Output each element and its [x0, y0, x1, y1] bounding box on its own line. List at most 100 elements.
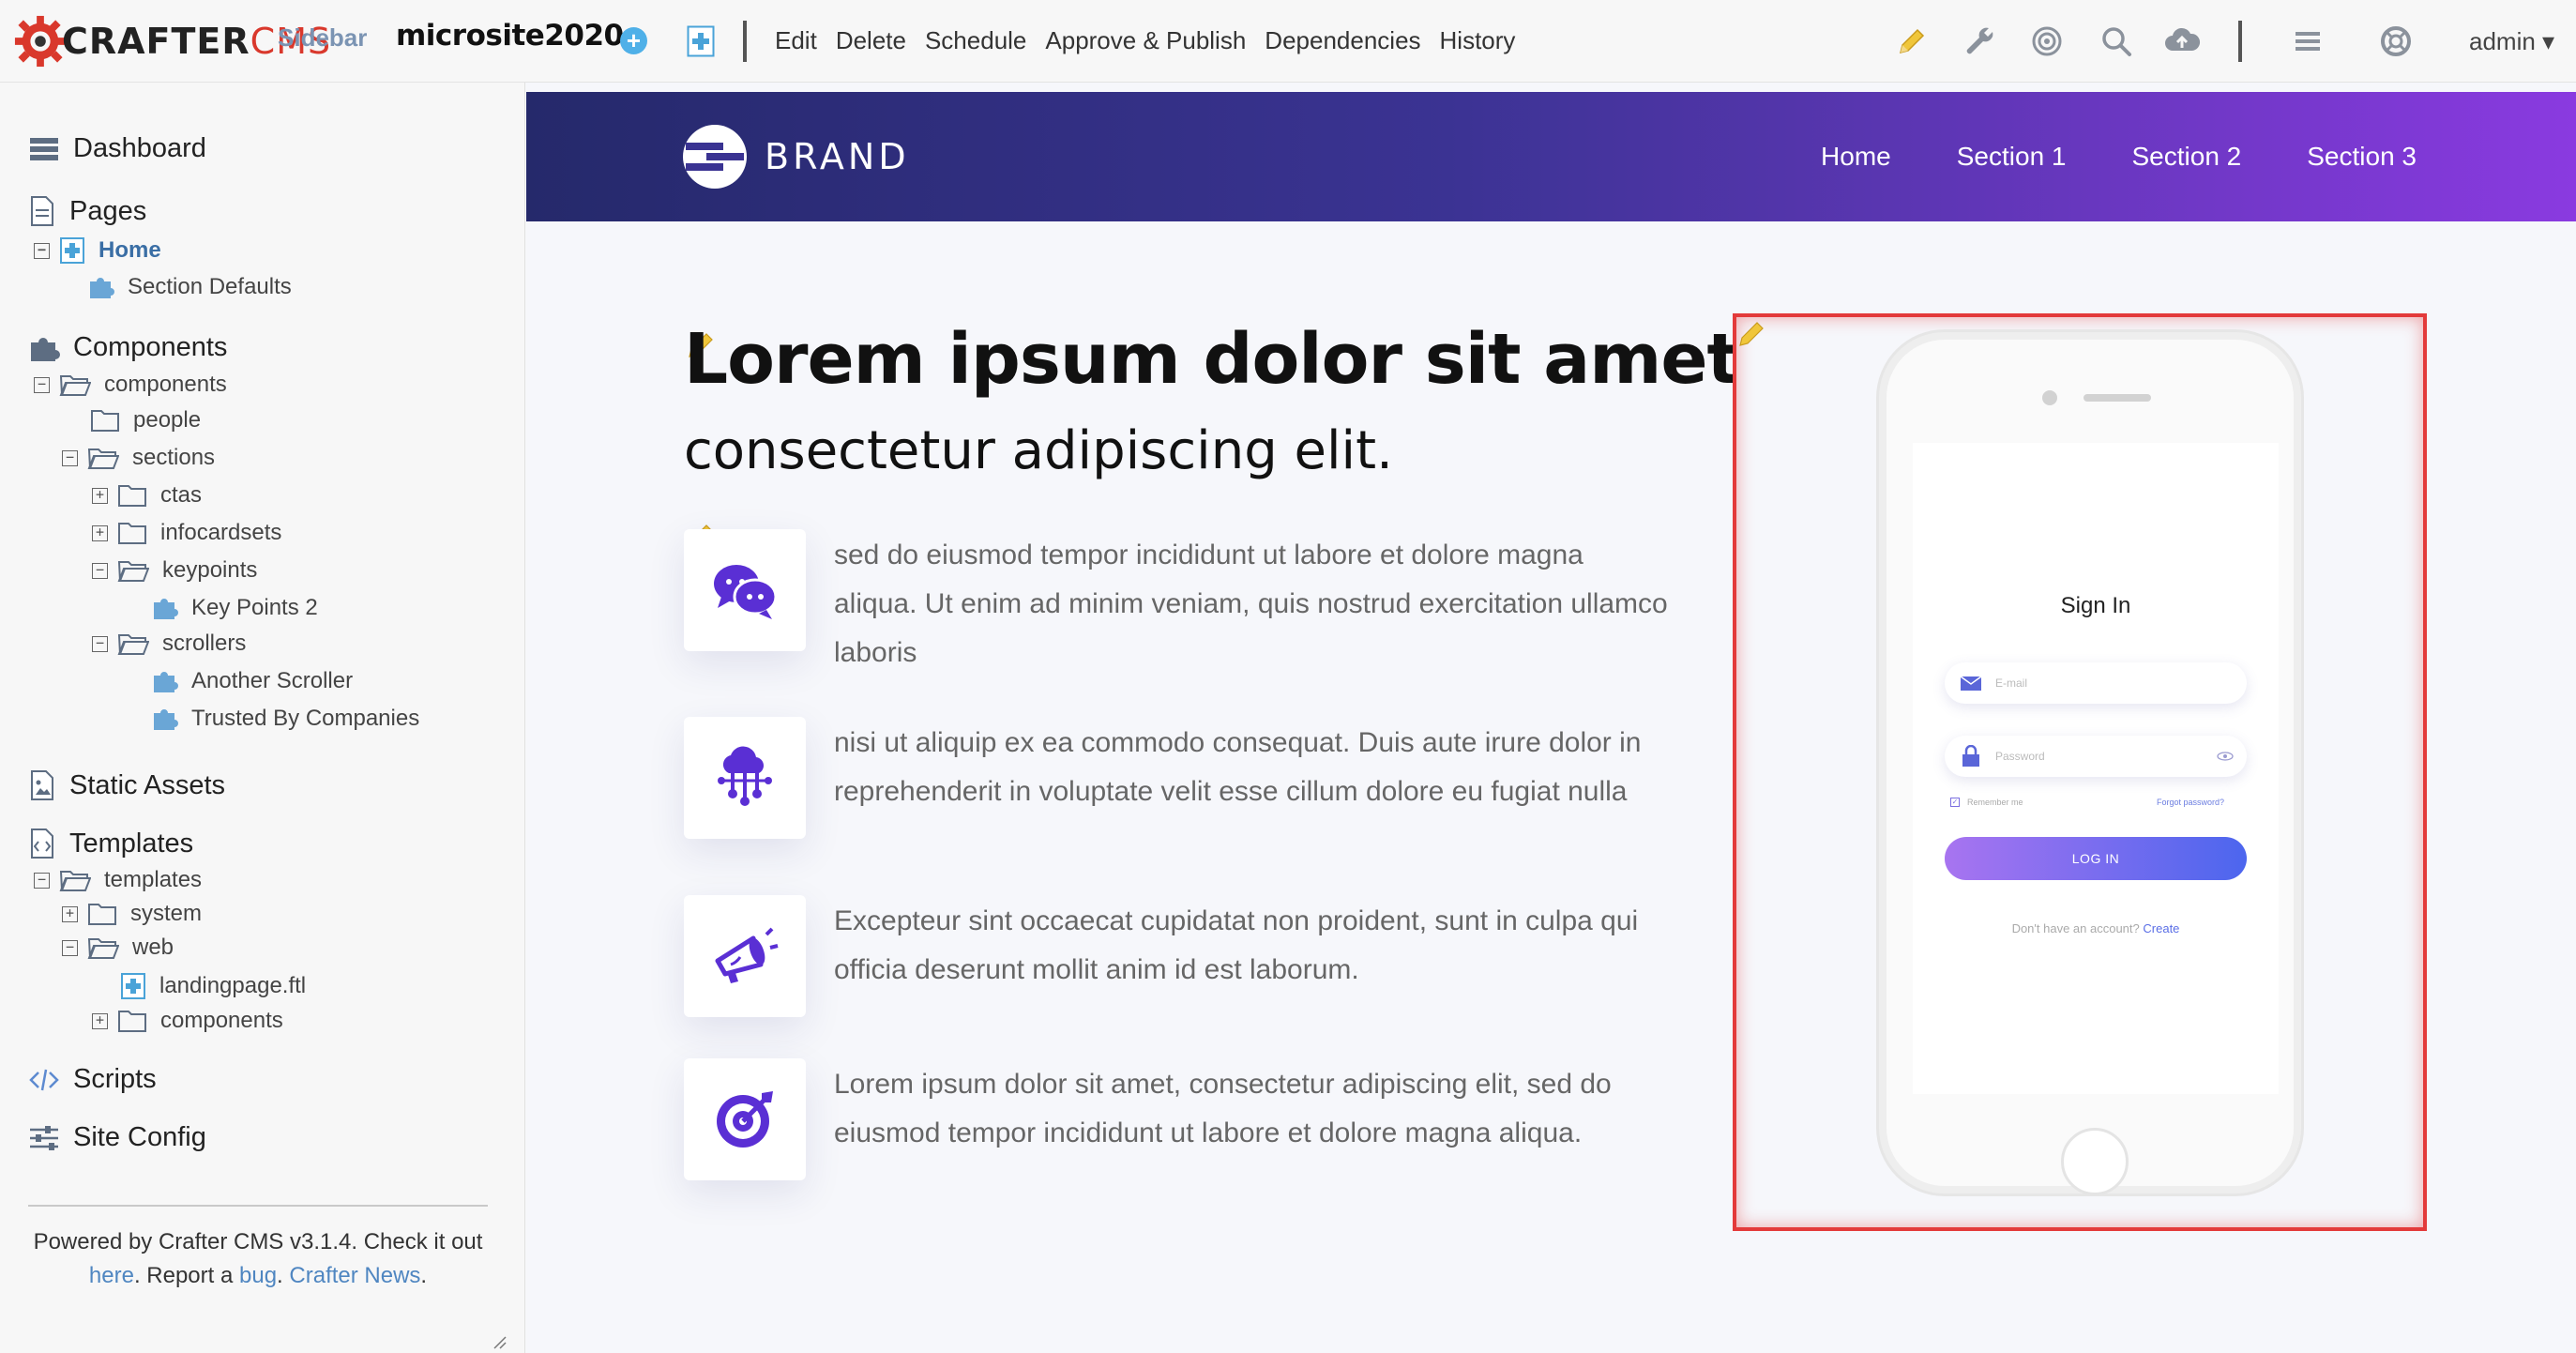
history-button[interactable]: History	[1440, 26, 1516, 55]
sidebar-item-site-config[interactable]: Site Config	[28, 1122, 206, 1153]
target-icon[interactable]	[2028, 23, 2066, 60]
feature-icon-box	[684, 1058, 806, 1180]
password-placeholder: Password	[1995, 750, 2045, 763]
image-file-icon	[31, 770, 53, 800]
tree-item-keypoints[interactable]: − keypoints	[92, 557, 257, 584]
hero-subtitle: consectetur adipiscing elit.	[684, 420, 1393, 481]
sidebar-item-components[interactable]: Components	[28, 332, 227, 363]
expand-toggle-icon[interactable]: +	[92, 524, 108, 541]
tree-item-infocardsets[interactable]: + infocardsets	[92, 520, 281, 546]
new-content-icon[interactable]	[687, 25, 715, 57]
tree-item-key-points-2[interactable]: Key Points 2	[150, 595, 318, 621]
tree-item-landingpage-ftl[interactable]: landingpage.ftl	[120, 972, 306, 1000]
tree-item-web-components[interactable]: + components	[92, 1008, 283, 1034]
folder-icon	[88, 904, 116, 925]
eye-icon	[2217, 752, 2234, 761]
resize-grip-icon[interactable]	[492, 1334, 507, 1349]
edit-pencil-icon[interactable]	[1736, 317, 1768, 349]
no-account-text: Don't have an account? Create	[1913, 921, 2279, 935]
tree-label: ctas	[160, 482, 203, 508]
forgot-password: Forgot password?	[2156, 798, 2224, 807]
nav-section-2[interactable]: Section 2	[2132, 142, 2242, 172]
delete-button[interactable]: Delete	[836, 26, 906, 55]
sidebar-divider	[28, 1205, 488, 1207]
collapse-toggle-icon[interactable]: −	[34, 242, 50, 259]
lifebuoy-icon[interactable]	[2377, 23, 2415, 60]
sidebar-item-dashboard[interactable]: Dashboard	[28, 133, 206, 164]
expand-toggle-icon[interactable]: +	[62, 905, 78, 922]
tree-item-system[interactable]: + system	[62, 901, 202, 927]
sidebar-toggle-button[interactable]: Sidebar	[278, 23, 367, 53]
tree-item-people[interactable]: people	[90, 407, 201, 433]
top-toolbar: CRAFTERCMS Sidebar microsite2020 + Edit …	[0, 0, 2576, 83]
sidebar-item-scripts[interactable]: Scripts	[28, 1064, 157, 1095]
nav-section-1[interactable]: Section 1	[1957, 142, 2067, 172]
expand-toggle-icon[interactable]: +	[92, 487, 108, 504]
tree-item-home[interactable]: − Home	[34, 236, 161, 265]
collapse-toggle-icon[interactable]: −	[62, 449, 78, 466]
cloud-upload-icon[interactable]	[2163, 23, 2201, 60]
tree-item-section-defaults[interactable]: Section Defaults	[86, 274, 292, 300]
feature-icon-box	[684, 529, 806, 651]
phone-speaker	[2084, 394, 2151, 402]
site-navbar: BRAND Home Section 1 Section 2 Section 3	[526, 92, 2576, 221]
tree-item-trusted-by-companies[interactable]: Trusted By Companies	[150, 706, 419, 732]
folder-icon	[118, 485, 146, 507]
tree-label: people	[133, 407, 202, 433]
selected-image-component[interactable]: Sign In E-mail Password ✓ Remember me Fo…	[1733, 313, 2427, 1231]
tree-label: Home	[98, 237, 161, 263]
tree-label: scrollers	[162, 631, 247, 656]
dependencies-button[interactable]: Dependencies	[1265, 26, 1420, 55]
edit-button[interactable]: Edit	[775, 26, 817, 55]
tree-item-another-scroller[interactable]: Another Scroller	[150, 668, 353, 694]
tree-item-web[interactable]: − web	[62, 935, 174, 961]
tree-label: templates	[104, 867, 203, 892]
create-link: Create	[2143, 921, 2180, 935]
sidebar-item-static-assets[interactable]: Static Assets	[28, 769, 225, 801]
tree-item-ctas[interactable]: + ctas	[92, 482, 202, 509]
password-field: Password	[1945, 736, 2247, 777]
component-puzzle-icon	[154, 709, 178, 730]
pencil-icon[interactable]	[1893, 23, 1931, 60]
user-menu[interactable]: admin ▾	[2469, 27, 2554, 56]
collapse-toggle-icon[interactable]: −	[62, 939, 78, 956]
collapse-toggle-icon[interactable]: −	[34, 872, 50, 889]
bug-link[interactable]: bug	[239, 1263, 277, 1288]
quick-create-icon[interactable]: +	[620, 27, 647, 54]
sidebar-label: Pages	[69, 195, 147, 226]
tree-label: web	[132, 935, 174, 960]
expand-toggle-icon[interactable]: +	[92, 1012, 108, 1029]
sidebar-label: Static Assets	[69, 769, 226, 800]
code-file-icon	[31, 829, 53, 859]
crafter-news-link[interactable]: Crafter News	[289, 1263, 420, 1288]
feature-text: sed do eiusmod tempor incididunt ut labo…	[834, 540, 1668, 668]
folder-open-icon	[59, 375, 91, 396]
schedule-button[interactable]: Schedule	[925, 26, 1026, 55]
tree-item-components-folder[interactable]: − components	[34, 372, 227, 398]
tree-label: sections	[132, 445, 216, 470]
tree-item-templates-folder[interactable]: − templates	[34, 867, 202, 893]
brand-logo[interactable]: BRAND	[682, 124, 910, 190]
here-link[interactable]: here	[89, 1263, 134, 1288]
gear-logo-icon	[14, 15, 67, 68]
hamburger-menu-icon[interactable]	[2289, 23, 2326, 60]
sidebar-item-templates[interactable]: Templates	[28, 828, 193, 859]
tree-item-scrollers[interactable]: − scrollers	[92, 631, 246, 657]
collapse-toggle-icon[interactable]: −	[34, 376, 50, 393]
search-icon[interactable]	[2098, 23, 2135, 60]
wrench-icon[interactable]	[1961, 23, 1998, 60]
tree-label: system	[130, 901, 203, 926]
sidebar-item-pages[interactable]: Pages	[28, 195, 146, 227]
signin-title: Sign In	[2060, 593, 2131, 618]
feature-text: Excepteur sint occaecat cupidatat non pr…	[834, 905, 1639, 985]
tree-item-sections[interactable]: − sections	[62, 445, 215, 471]
collapse-toggle-icon[interactable]: −	[92, 562, 108, 579]
folder-open-icon	[117, 561, 149, 582]
nav-section-3[interactable]: Section 3	[2307, 142, 2417, 172]
site-name[interactable]: microsite2020	[396, 19, 624, 53]
collapse-toggle-icon[interactable]: −	[92, 635, 108, 652]
feature-text: Lorem ipsum dolor sit amet, consectetur …	[834, 1069, 1612, 1148]
nav-home[interactable]: Home	[1821, 142, 1891, 172]
tree-label: components	[104, 372, 227, 397]
approve-publish-button[interactable]: Approve & Publish	[1045, 26, 1246, 55]
